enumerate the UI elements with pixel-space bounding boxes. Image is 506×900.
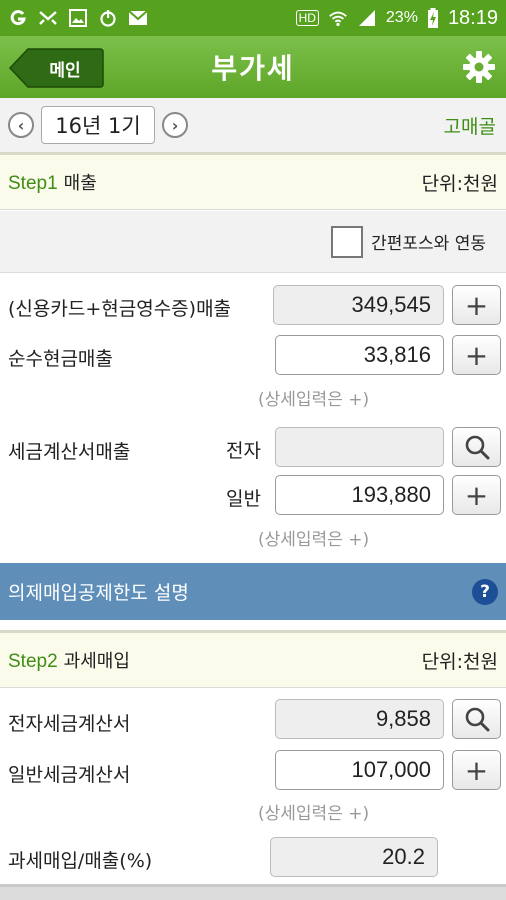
general-invoice-purchase-add-button[interactable]: + (452, 750, 501, 790)
navigation-bar: 메인 부가세 (0, 36, 506, 98)
back-button-label: 메인 (49, 61, 81, 81)
cash-sales-add-button[interactable]: + (452, 335, 501, 375)
clock: 18:19 (447, 6, 498, 29)
general-invoice-field[interactable]: 193,880 (275, 475, 444, 515)
g-app-icon (8, 9, 28, 27)
general-invoice-sublabel: 일반 (226, 488, 261, 510)
chevron-left-icon: ‹ (17, 115, 25, 135)
hd-badge: HD (295, 10, 319, 26)
step1-title-text: 매출 (63, 173, 97, 194)
battery-percent: 23% (385, 9, 418, 26)
step1-header: Step1 매출 단위:천원 (0, 152, 506, 210)
back-to-main-button[interactable]: 메인 (8, 46, 104, 90)
search-icon (465, 707, 489, 732)
detail-input-hint: (상세입력은 +) (258, 530, 370, 550)
general-invoice-purchase-field[interactable]: 107,000 (275, 750, 444, 790)
plus-icon: + (464, 288, 489, 322)
step1-title: Step1 매출 (8, 169, 97, 195)
card-sales-add-button[interactable]: + (452, 285, 501, 325)
bottom-divider (0, 884, 506, 900)
transfer-icon (38, 9, 58, 27)
step2-header: Step2 과세매입 단위:천원 (0, 630, 506, 688)
step2-unit: 단위:천원 (421, 650, 498, 673)
signal-icon (357, 9, 377, 27)
general-invoice-purchase-label: 일반세금계산서 (8, 764, 131, 786)
status-notification-icons (8, 9, 148, 27)
e-invoice-purchase-field: 9,858 (275, 699, 444, 739)
power-icon (98, 9, 118, 27)
page-title: 부가세 (211, 52, 295, 85)
mail-icon (128, 9, 148, 27)
chevron-right-icon: › (171, 115, 179, 135)
detail-input-hint: (상세입력은 +) (258, 390, 370, 410)
step2-prefix: Step2 (8, 651, 58, 672)
period-select[interactable]: 16년 1기 (41, 106, 155, 144)
invoice-sales-label: 세금계산서매출 (8, 441, 131, 463)
plus-icon: + (464, 338, 489, 372)
card-sales-field: 349,545 (273, 285, 444, 325)
cash-sales-label: 순수현금매출 (8, 348, 113, 370)
plus-icon: + (464, 478, 489, 512)
pos-link-checkbox[interactable] (331, 225, 364, 258)
next-period-button[interactable]: › (162, 112, 188, 138)
detail-input-hint: (상세입력은 +) (258, 804, 370, 824)
gear-icon[interactable] (462, 50, 496, 84)
card-sales-label: (신용카드+현금영수증)매출 (8, 298, 232, 320)
search-icon (465, 435, 489, 460)
step1-prefix: Step1 (8, 173, 58, 194)
electronic-invoice-search-button[interactable] (452, 427, 501, 467)
e-invoice-search-button[interactable] (452, 699, 501, 739)
e-invoice-purchase-label: 전자세금계산서 (8, 713, 131, 735)
deemed-input-credit-banner[interactable]: 의제매입공제한도 설명 ? (0, 563, 506, 620)
cash-sales-field[interactable]: 33,816 (275, 335, 444, 375)
purchase-sales-ratio-field: 20.2 (270, 837, 438, 877)
step2-title: Step2 과세매입 (8, 647, 130, 673)
store-name-link[interactable]: 고매골 (444, 112, 496, 139)
purchase-sales-ratio-label: 과세매입/매출(%) (8, 850, 153, 872)
help-icon[interactable]: ? (472, 578, 498, 605)
status-system-icons: HD 23% 18:19 (295, 6, 498, 30)
electronic-invoice-sublabel: 전자 (226, 440, 261, 462)
general-invoice-add-button[interactable]: + (452, 475, 501, 515)
plus-icon: + (464, 753, 489, 787)
pos-link-row: 간편포스와 연동 (0, 211, 506, 273)
image-icon (68, 9, 88, 27)
pos-link-label[interactable]: 간편포스와 연동 (371, 229, 486, 254)
prev-period-button[interactable]: ‹ (8, 112, 34, 138)
step1-unit: 단위:천원 (421, 172, 498, 195)
banner-label: 의제매입공제한도 설명 (8, 582, 189, 604)
step2-title-text: 과세매입 (63, 651, 130, 672)
wifi-icon (328, 9, 348, 27)
period-selector-row: ‹ 16년 1기 › 고매골 (0, 98, 506, 152)
status-bar: HD 23% 18:19 (0, 0, 506, 36)
battery-charging-icon (427, 8, 439, 28)
electronic-invoice-field (275, 427, 444, 467)
